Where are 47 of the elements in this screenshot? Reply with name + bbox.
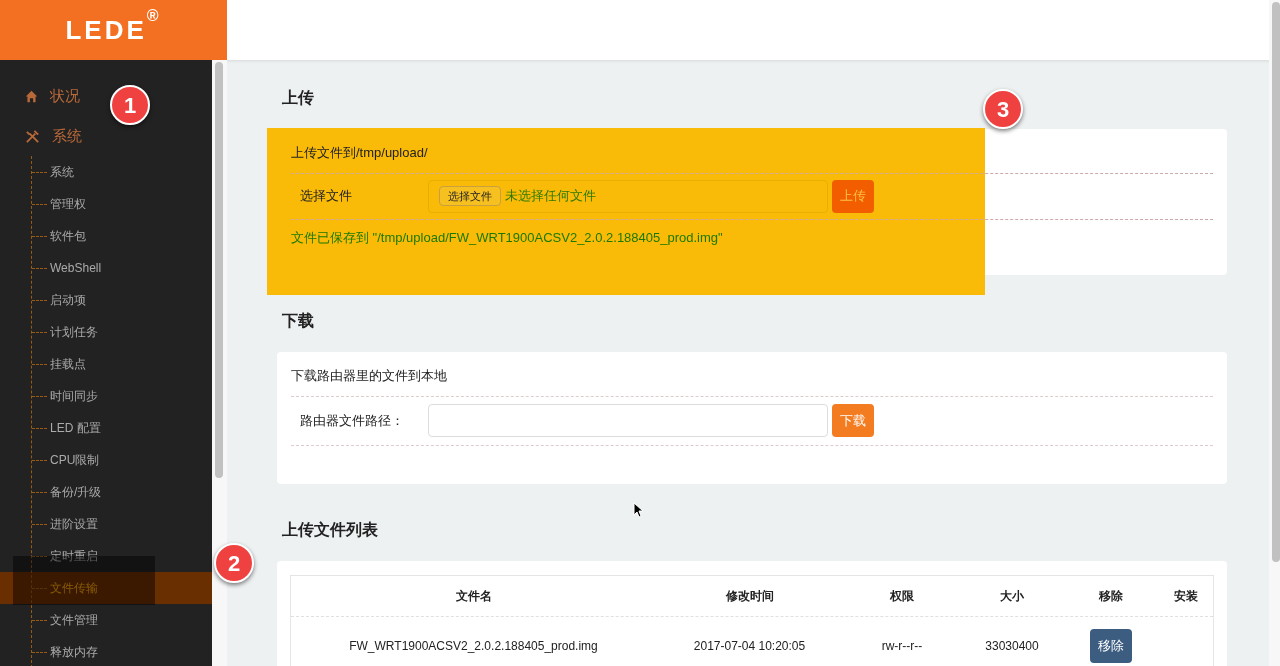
field-label: 选择文件 [299,187,353,206]
submenu-item[interactable]: 计划任务 [0,316,212,348]
success-message: 文件已保存到 "/tmp/upload/FW_WRT1900ACSV2_2.0.2.188405_prod.img" [291,228,724,247]
section-heading: 上传文件列表 [282,520,378,540]
file-status: 未选择任何文件 [505,187,596,206]
column-header: 权限 [889,588,915,605]
submenu-item[interactable]: 释放内存 [0,636,212,666]
scrollbar-thumb[interactable] [1272,2,1280,562]
submenu-item[interactable]: 时间同步 [0,380,212,412]
submenu-item[interactable]: CPU限制 [0,444,212,476]
table-cell-text: FW_WRT1900ACSV2_2.0.2.188405_prod.img [348,638,599,655]
path-input[interactable] [428,404,828,437]
file-input[interactable]: 选择文件 未选择任何文件 [428,179,828,213]
home-icon [25,89,38,103]
column-header: 修改时间 [724,588,775,605]
menu-item[interactable]: 系统 [0,116,86,156]
menu-item[interactable]: 状况 [0,76,84,116]
table-cell-text: 2017-07-04 10:20:05 [692,638,807,655]
annotation-badge: 2 [214,543,254,583]
section-heading: 上传 [282,88,314,108]
submenu-item[interactable]: 启动项 [0,284,212,316]
table-cell-text: 33030400 [984,638,1040,655]
mouse-cursor-icon [633,502,643,518]
column-header: 大小 [999,588,1025,605]
submenu-item[interactable]: 进阶设置 [0,508,212,540]
submenu-item[interactable]: LED 配置 [0,412,212,444]
table-cell-text: rw-r--r-- [880,638,924,655]
submenu-item[interactable]: 软件包 [0,220,212,252]
column-header: 安装 [1172,588,1199,605]
submenu-item[interactable]: 系统 [0,156,212,188]
submenu-item[interactable]: 备份/升级 [0,476,212,508]
remove-button[interactable]: 移除 [1089,629,1132,663]
submenu-item[interactable]: WebShell [0,252,212,284]
column-header: 文件名 [454,588,493,605]
column-header: 移除 [1097,588,1124,605]
submenu-item[interactable]: 定时重启 [0,540,212,572]
scrollbar-thumb[interactable] [215,62,223,478]
tools-icon [25,128,40,144]
submenu-item[interactable]: 挂载点 [0,348,212,380]
download-description: 下载路由器里的文件到本地 [291,367,448,385]
submenu-item[interactable]: 文件管理 [0,604,212,636]
annotation-badge: 3 [983,89,1023,129]
field-label: 路由器文件路径： [299,411,405,430]
section-heading: 下载 [282,311,314,331]
submenu-item[interactable]: 管理权 [0,188,212,220]
choose-file-button[interactable]: 选择文件 [439,185,501,207]
upload-description: 上传文件到/tmp/upload/ [291,144,429,162]
